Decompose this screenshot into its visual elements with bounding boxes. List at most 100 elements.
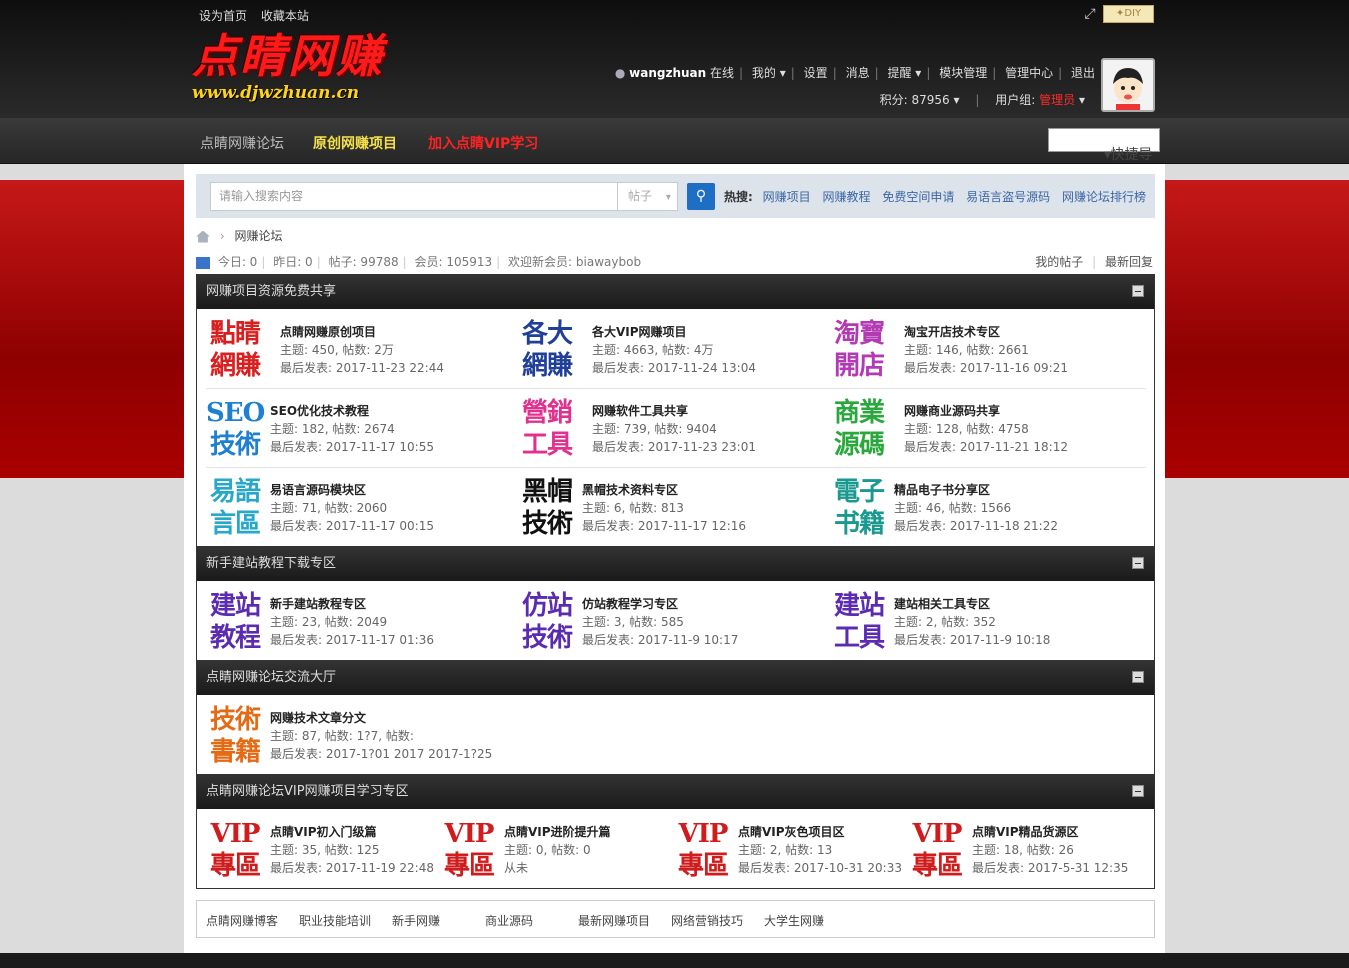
forum-icon: 營銷 工具 bbox=[521, 398, 573, 460]
hot-link[interactable]: 易语言盗号源码 bbox=[966, 190, 1050, 204]
section-header[interactable]: 点睛网赚论坛VIP网赚项目学习专区 bbox=[197, 775, 1154, 809]
forum-item[interactable]: 建站 教程 新手建站教程专区 主题: 23, 帖数: 2049 最后发表: 2017… bbox=[206, 582, 506, 660]
usergroup-menu[interactable]: 管理员 ▾ bbox=[1039, 93, 1085, 107]
forum-name[interactable]: 黑帽技术资料专区 bbox=[582, 481, 678, 498]
latest-replies-link[interactable]: 最新回复 bbox=[1105, 255, 1153, 269]
footer-link[interactable]: 大学生网赚 bbox=[764, 912, 824, 929]
forum-item[interactable]: VIP 專區 点睛VIP灰色项目区 主题: 2, 帖数: 13 最后发表: 2017… bbox=[674, 810, 904, 888]
forum-item[interactable]: 營銷 工具 网赚软件工具共享 主题: 739, 帖数: 9404 最后发表: 201… bbox=[518, 389, 818, 467]
forum-name[interactable]: 淘宝开店技术专区 bbox=[904, 323, 1000, 340]
forum-stats: 今日: 0 | 昨日: 0 | 帖子: 99788 | 会员: 105913 | 欢迎新… bbox=[196, 253, 641, 270]
section-title: 网赚项目资源免费共享 bbox=[206, 284, 337, 299]
forum-item[interactable]: VIP 專區 点睛VIP初入门级篇 主题: 35, 帖数: 125 最后发表: 20… bbox=[206, 810, 436, 888]
forum-name[interactable]: 精品电子书分享区 bbox=[894, 481, 990, 498]
collapse-icon[interactable] bbox=[1132, 785, 1144, 797]
forum-name[interactable]: 点睛VIP精品货源区 bbox=[972, 823, 1079, 840]
section-header[interactable]: 网赚项目资源免费共享 bbox=[197, 275, 1154, 309]
forum-item[interactable]: VIP 專區 点睛VIP进阶提升篇 主题: 0, 帖数: 0 从未 bbox=[440, 810, 670, 888]
logout-link[interactable]: 退出 bbox=[1071, 66, 1095, 80]
forum-item[interactable]: 技術 書籍 网赚技术文章分文 主题: 87, 帖数: 1?7, 帖数: 最后发表: … bbox=[206, 696, 506, 774]
avatar[interactable] bbox=[1101, 58, 1155, 112]
nav-item-original[interactable]: 原创网赚项目 bbox=[313, 133, 397, 153]
section-header[interactable]: 点睛网赚论坛交流大厅 bbox=[197, 661, 1154, 695]
forum-name[interactable]: 网赚软件工具共享 bbox=[592, 402, 688, 419]
forum-name[interactable]: 建站相关工具专区 bbox=[894, 595, 990, 612]
admin-center-link[interactable]: 管理中心 bbox=[1005, 66, 1053, 80]
forum-item[interactable]: 各大 網賺 各大VIP网赚项目 主题: 4663, 帖数: 4万 最后发表: 201… bbox=[518, 310, 818, 388]
forum-name[interactable]: 网赚商业源码共享 bbox=[904, 402, 1000, 419]
username-link[interactable]: wangzhuan bbox=[629, 66, 706, 80]
settings-link[interactable]: 设置 bbox=[804, 66, 828, 80]
section-header[interactable]: 新手建站教程下载专区 bbox=[197, 547, 1154, 581]
forum-name[interactable]: 网赚技术文章分文 bbox=[270, 709, 366, 726]
diy-button[interactable]: ✦DIY bbox=[1103, 5, 1154, 23]
bottom-bar bbox=[0, 953, 1349, 968]
footer-link[interactable]: 职业技能培训 bbox=[299, 912, 371, 929]
forum-item[interactable]: 電子 书籍 精品电子书分享区 主题: 46, 帖数: 1566 最后发表: 2017… bbox=[830, 468, 1130, 546]
nav-item-forum[interactable]: 点睛网赚论坛 bbox=[200, 133, 284, 153]
search-type-select[interactable]: 帖子 ▾ bbox=[618, 182, 678, 211]
forum-item[interactable]: 仿站 技術 仿站教程学习专区 主题: 3, 帖数: 585 最后发表: 2017-1… bbox=[518, 582, 818, 660]
forum-name[interactable]: 点睛VIP进阶提升篇 bbox=[504, 823, 611, 840]
forum-item[interactable]: 點睛 網賺 点睛网赚原创项目 主题: 450, 帖数: 2万 最后发表: 2017-… bbox=[206, 310, 506, 388]
hot-link[interactable]: 免费空间申请 bbox=[882, 190, 954, 204]
forum-item[interactable]: 淘寶 開店 淘宝开店技术专区 主题: 146, 帖数: 2661 最后发表: 201… bbox=[830, 310, 1130, 388]
footer-link[interactable]: 最新网赚项目 bbox=[578, 912, 650, 929]
footer-link[interactable]: 点睛网赚博客 bbox=[206, 912, 278, 929]
bookmark-link[interactable]: 收藏本站 bbox=[261, 9, 309, 23]
stat-members: 会员: 105913 bbox=[414, 255, 493, 269]
forum-name[interactable]: 仿站教程学习专区 bbox=[582, 595, 678, 612]
forum-meta: 主题: 35, 帖数: 125 最后发表: 2017-11-19 22:48 bbox=[270, 843, 434, 875]
forum-name[interactable]: 新手建站教程专区 bbox=[270, 595, 366, 612]
forum-name[interactable]: 各大VIP网赚项目 bbox=[592, 323, 687, 340]
forum-meta: 主题: 6, 帖数: 813 最后发表: 2017-11-17 12:16 bbox=[582, 501, 746, 533]
set-home-link[interactable]: 设为首页 bbox=[199, 9, 247, 23]
forum-icon: 各大 網賺 bbox=[521, 319, 573, 381]
collapse-icon[interactable] bbox=[1132, 285, 1144, 297]
fullscreen-icon[interactable]: ⤢ bbox=[1082, 6, 1098, 22]
my-label: 我的 bbox=[751, 66, 776, 80]
footer-link[interactable]: 新手网赚 bbox=[392, 912, 440, 929]
new-member-link[interactable]: biawaybob bbox=[576, 255, 641, 269]
forum-item[interactable]: SEO 技術 SEO优化技术教程 主题: 182, 帖数: 2674 最后发表: 2… bbox=[206, 389, 506, 467]
hot-link[interactable]: 网赚项目 bbox=[763, 190, 811, 204]
breadcrumb-current[interactable]: 网赚论坛 bbox=[234, 229, 282, 243]
module-manage-link[interactable]: 模块管理 bbox=[939, 66, 987, 80]
my-menu[interactable]: 我的 ▾ bbox=[752, 66, 786, 80]
forum-row: 建站 教程 新手建站教程专区 主题: 23, 帖数: 2049 最后发表: 2017… bbox=[206, 582, 1146, 661]
footer-link[interactable]: 网络营销技巧 bbox=[671, 912, 743, 929]
forum-meta: 主题: 146, 帖数: 2661 最后发表: 2017-11-16 09:21 bbox=[904, 343, 1068, 375]
reminders-menu[interactable]: 提醒 ▾ bbox=[887, 66, 921, 80]
search-button[interactable]: ⚲ bbox=[687, 183, 715, 210]
hot-link[interactable]: 网赚论坛排行榜 bbox=[1062, 190, 1146, 204]
nav-item-vip[interactable]: 加入点睛VIP学习 bbox=[428, 133, 538, 153]
home-icon[interactable] bbox=[196, 230, 210, 243]
forum-meta: 主题: 71, 帖数: 2060 最后发表: 2017-11-17 00:15 bbox=[270, 501, 434, 533]
forum-item[interactable]: 黑帽 技術 黑帽技术资料专区 主题: 6, 帖数: 813 最后发表: 2017-1… bbox=[518, 468, 818, 546]
forum-item[interactable]: 商業 源碼 网赚商业源码共享 主题: 128, 帖数: 4758 最后发表: 201… bbox=[830, 389, 1130, 467]
forum-meta: 主题: 0, 帖数: 0 从未 bbox=[504, 843, 591, 875]
points-menu[interactable]: 积分: 87956 ▾ bbox=[880, 93, 960, 107]
messages-link[interactable]: 消息 bbox=[846, 66, 870, 80]
hot-link[interactable]: 网赚教程 bbox=[822, 190, 870, 204]
forum-name[interactable]: SEO优化技术教程 bbox=[270, 402, 369, 419]
quick-nav-button[interactable]: 快捷导航 ▾ bbox=[1048, 128, 1160, 185]
collapse-icon[interactable] bbox=[1132, 671, 1144, 683]
forum-icon: VIP 專區 bbox=[911, 819, 963, 881]
forum-icon: VIP 專區 bbox=[209, 819, 261, 881]
site-logo[interactable]: 点睛网赚 www.djwzhuan.cn bbox=[192, 30, 412, 108]
forum-item[interactable]: 建站 工具 建站相关工具专区 主题: 2, 帖数: 352 最后发表: 2017-1… bbox=[830, 582, 1130, 660]
forum-icon: 商業 源碼 bbox=[833, 398, 885, 460]
forum-name[interactable]: 点睛VIP灰色项目区 bbox=[738, 823, 845, 840]
search-input[interactable]: 请输入搜索内容 bbox=[210, 182, 618, 211]
forum-name[interactable]: 点睛网赚原创项目 bbox=[280, 323, 376, 340]
forum-name[interactable]: 易语言源码模块区 bbox=[270, 481, 366, 498]
collapse-icon[interactable] bbox=[1132, 557, 1144, 569]
my-posts-link[interactable]: 我的帖子 bbox=[1035, 255, 1083, 269]
usergroup-label: 用户组: bbox=[995, 93, 1036, 107]
forum-item[interactable]: VIP 專區 点睛VIP精品货源区 主题: 18, 帖数: 26 最后发表: 201… bbox=[908, 810, 1138, 888]
hot-searches: 热搜: 网赚项目 网赚教程 免费空间申请 易语言盗号源码 网赚论坛排行榜 bbox=[724, 188, 1154, 205]
forum-name[interactable]: 点睛VIP初入门级篇 bbox=[270, 823, 377, 840]
footer-link[interactable]: 商业源码 bbox=[485, 912, 533, 929]
forum-item[interactable]: 易語 言區 易语言源码模块区 主题: 71, 帖数: 2060 最后发表: 2017… bbox=[206, 468, 506, 546]
